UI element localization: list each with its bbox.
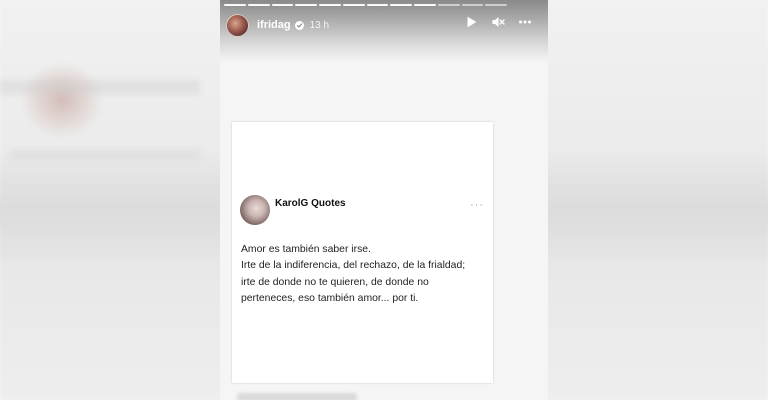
progress-segment [437, 4, 460, 6]
play-icon[interactable] [464, 15, 478, 29]
progress-segment [366, 4, 389, 6]
post-author-name[interactable]: KarolG Quotes [275, 198, 346, 209]
progress-segment [485, 4, 507, 6]
blurred-background-right [548, 150, 768, 270]
progress-segment [461, 4, 484, 6]
mute-icon[interactable] [491, 15, 505, 29]
story-viewer[interactable]: ifridag 13 h KarolG Quotes ··· Amor es t… [220, 0, 548, 400]
post-text-line: perteneces, eso también amor... por ti. [241, 293, 419, 305]
post-text-line: irte de donde no te quieren, de donde no [241, 276, 429, 288]
blurred-background-left [0, 150, 222, 270]
progress-segment [342, 4, 365, 6]
progress-segment [224, 4, 246, 6]
post-author-avatar[interactable] [240, 195, 270, 225]
more-options-icon[interactable] [518, 15, 532, 29]
blurred-background-detail [0, 80, 200, 94]
post-timestamp: 13 h [309, 19, 330, 31]
progress-segment [414, 4, 436, 6]
story-header: ifridag 13 h [226, 12, 540, 38]
post-text-line: Irte de la indiferencia, del rechazo, de… [241, 260, 466, 272]
post-more-icon[interactable]: ··· [470, 199, 484, 211]
verified-badge-icon [294, 20, 304, 30]
post-text: Amor es también saber irse. Irte de la i… [241, 242, 491, 308]
story-controls [464, 15, 532, 29]
progress-segment [319, 4, 341, 6]
progress-segment [390, 4, 412, 6]
progress-segment [271, 4, 294, 6]
post-text-line: Amor es también saber irse. [241, 244, 371, 255]
username-link[interactable]: ifridag [257, 19, 291, 31]
shared-post-card[interactable]: KarolG Quotes ··· Amor es también saber … [232, 122, 493, 383]
progress-segment [295, 4, 317, 6]
post-header: KarolG Quotes ··· [240, 195, 488, 225]
blurred-caption [237, 393, 357, 400]
user-avatar[interactable] [226, 13, 249, 37]
story-progress-bar [224, 4, 507, 6]
progress-segment [247, 4, 270, 6]
